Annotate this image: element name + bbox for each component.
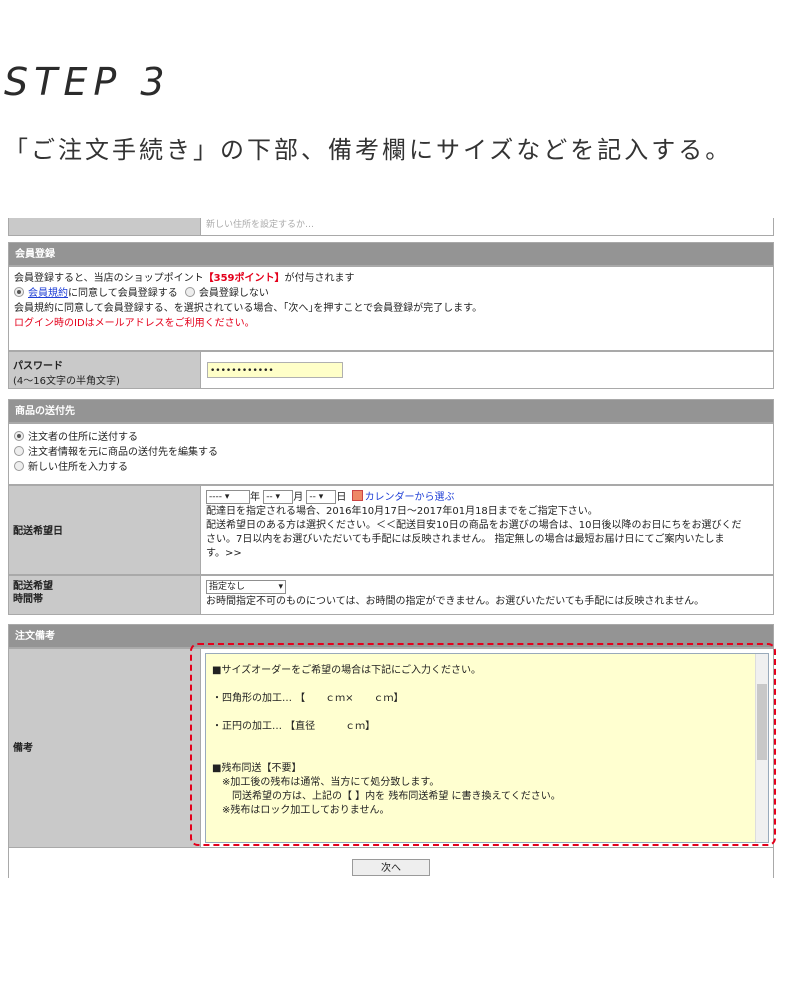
ship-to-orderer-radio[interactable]: [14, 431, 24, 441]
member-section-body: 会員登録すると、当店のショップポイント【359ポイント】が付与されます 会員規約…: [8, 266, 774, 351]
step-description: 「ご注文手続き」の下部、備考欄にサイズなどを記入する。: [4, 136, 733, 164]
password-hint: (4〜16文字の半角文字): [13, 376, 120, 387]
step-title: STEP 3: [4, 60, 171, 104]
terms-link[interactable]: 会員規約: [28, 288, 68, 299]
delivery-date-label: 配送希望日: [9, 486, 201, 574]
shipping-section-header: 商品の送付先: [8, 399, 774, 423]
year-select[interactable]: ---- ▾: [206, 490, 250, 504]
remarks-label: 備考: [9, 649, 201, 847]
points-badge: 【359ポイント】: [203, 273, 285, 284]
calendar-link[interactable]: カレンダーから選ぶ: [365, 492, 455, 503]
next-button[interactable]: 次へ: [352, 859, 430, 876]
delivery-date-row: 配送希望日 ---- ▾ 年 -- ▾ 月 -- ▾ 日 カレンダーから選ぶ 配達日を…: [8, 485, 774, 575]
delivery-time-row: 配送希望 時間帯 指定なし ▾ お時間指定不可のものについては、お時間の指定がで…: [8, 575, 774, 615]
login-id-note: ログイン時のIDはメールアドレスをご利用ください。: [14, 318, 255, 329]
remarks-section-header: 注文備考: [8, 624, 774, 648]
password-label: パスワード: [13, 361, 63, 372]
scrollbar-thumb[interactable]: [757, 684, 767, 760]
order-form-screenshot: 新しい住所を設定するか… 会員登録 会員登録すると、当店のショップポイント【35…: [8, 218, 774, 878]
agree-radio[interactable]: [14, 287, 24, 297]
delivery-time-note: お時間指定不可のものについては、お時間の指定ができません。お選びいただいても手配…: [206, 596, 705, 607]
textarea-scrollbar[interactable]: [755, 654, 768, 842]
partial-top-row: 新しい住所を設定するか…: [8, 218, 774, 236]
member-note: 会員規約に同意して会員登録する、を選択されている場合、｢次へ｣を押すことで会員登…: [14, 303, 483, 314]
password-row: パスワード (4〜16文字の半角文字) ••••••••••••: [8, 351, 774, 389]
remarks-row: 備考 ■サイズオーダーをご希望の場合は下記にご入力ください。 ・四角形の加工… …: [8, 648, 774, 848]
member-section-header: 会員登録: [8, 242, 774, 266]
time-select[interactable]: 指定なし ▾: [206, 580, 286, 594]
partial-top-text: 新しい住所を設定するか…: [201, 218, 773, 235]
no-register-radio[interactable]: [184, 287, 195, 297]
ship-edit-radio[interactable]: [14, 446, 24, 456]
remarks-textarea[interactable]: ■サイズオーダーをご希望の場合は下記にご入力ください。 ・四角形の加工… 【 ｃ…: [205, 653, 769, 843]
calendar-icon[interactable]: [351, 490, 363, 501]
password-input[interactable]: ••••••••••••: [207, 362, 343, 378]
shipping-options: 注文者の住所に送付する 注文者情報を元に商品の送付先を編集する 新しい住所を入力…: [8, 423, 774, 485]
ship-new-address-radio[interactable]: [14, 461, 24, 471]
month-select[interactable]: -- ▾: [263, 490, 294, 504]
day-select[interactable]: -- ▾: [306, 490, 337, 504]
